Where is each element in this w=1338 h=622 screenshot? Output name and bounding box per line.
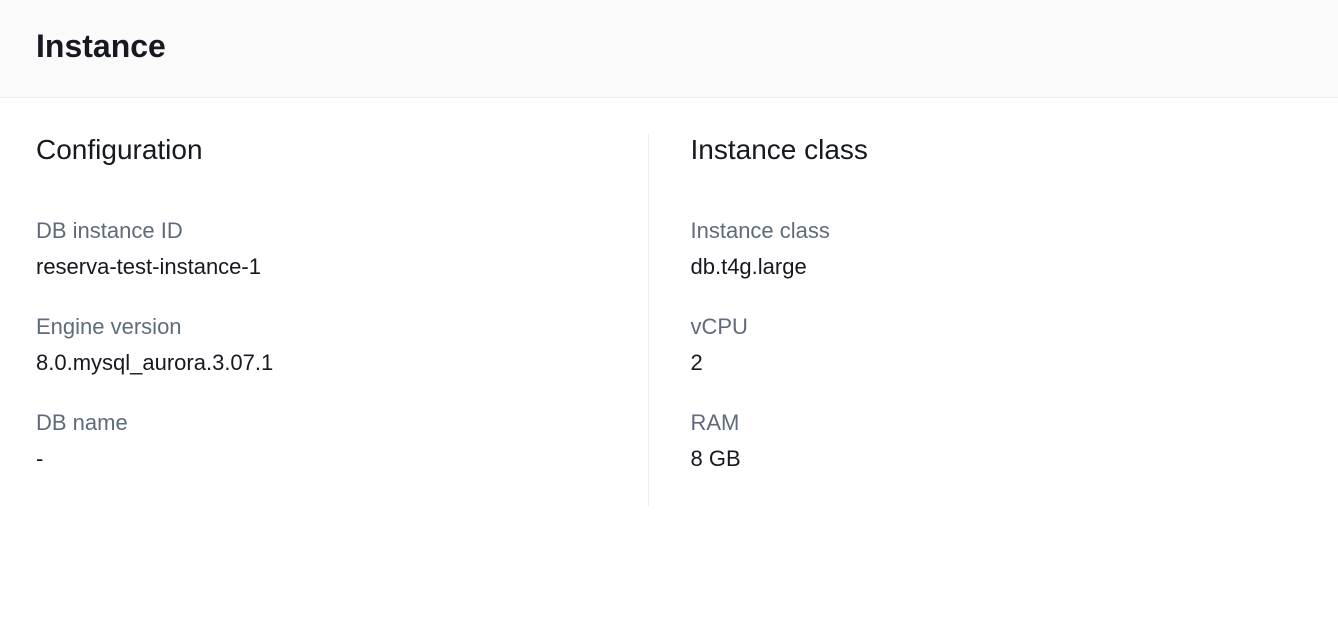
page-header: Instance [0, 0, 1338, 98]
engine-version-value: 8.0.mysql_aurora.3.07.1 [36, 350, 608, 376]
db-instance-id-field: DB instance ID reserva-test-instance-1 [36, 218, 608, 280]
engine-version-field: Engine version 8.0.mysql_aurora.3.07.1 [36, 314, 608, 376]
instance-class-title: Instance class [691, 134, 1263, 166]
db-instance-id-label: DB instance ID [36, 218, 608, 244]
ram-value: 8 GB [691, 446, 1263, 472]
db-instance-id-value: reserva-test-instance-1 [36, 254, 608, 280]
ram-label: RAM [691, 410, 1263, 436]
db-name-field: DB name - [36, 410, 608, 472]
configuration-column: Configuration DB instance ID reserva-tes… [36, 134, 649, 506]
vcpu-label: vCPU [691, 314, 1263, 340]
db-name-label: DB name [36, 410, 608, 436]
configuration-title: Configuration [36, 134, 608, 166]
instance-class-field: Instance class db.t4g.large [691, 218, 1263, 280]
content-area: Configuration DB instance ID reserva-tes… [0, 98, 1338, 506]
ram-field: RAM 8 GB [691, 410, 1263, 472]
engine-version-label: Engine version [36, 314, 608, 340]
page-title: Instance [36, 28, 1302, 65]
instance-class-label: Instance class [691, 218, 1263, 244]
instance-class-value: db.t4g.large [691, 254, 1263, 280]
vcpu-field: vCPU 2 [691, 314, 1263, 376]
vcpu-value: 2 [691, 350, 1263, 376]
db-name-value: - [36, 446, 608, 472]
instance-class-column: Instance class Instance class db.t4g.lar… [649, 134, 1303, 506]
